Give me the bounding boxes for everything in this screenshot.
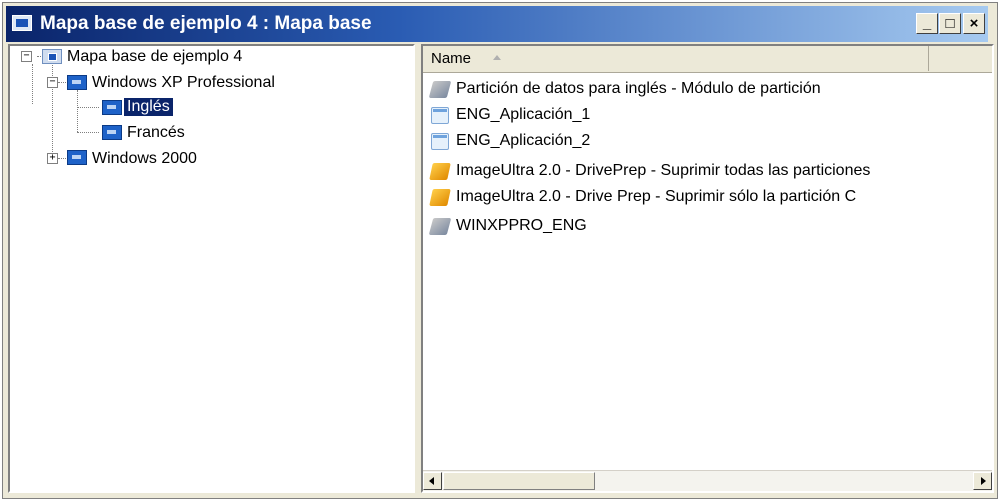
list-item-label: ImageUltra 2.0 - Drive Prep - Suprimir s… (456, 188, 857, 205)
tree-item-root[interactable]: Mapa base de ejemplo 4 (67, 48, 242, 66)
tree-item-win2000[interactable]: Windows 2000 (92, 150, 197, 168)
list-item-label: ENG_Aplicación_2 (456, 132, 591, 149)
tree-connector (77, 132, 99, 133)
list-item-label: ENG_Aplicación_1 (456, 106, 591, 123)
application-icon (431, 107, 449, 124)
utility-icon (429, 163, 451, 180)
title-bar[interactable]: Mapa base de ejemplo 4 : Mapa base _ □ × (6, 6, 988, 42)
partition-module-icon (428, 81, 452, 98)
arrow-left-icon (429, 477, 434, 485)
arrow-right-icon (981, 477, 986, 485)
tree-expander-winxp[interactable]: − (47, 77, 58, 88)
os-node-icon (67, 150, 87, 165)
tree-item-winxp[interactable]: Windows XP Professional (92, 74, 275, 92)
tree-expander-win2000[interactable]: + (47, 153, 58, 164)
utility-icon (429, 189, 451, 206)
scroll-left-button[interactable] (423, 472, 442, 490)
base-map-icon (42, 49, 62, 64)
tree-expander-root[interactable]: − (21, 51, 32, 62)
close-button[interactable]: × (963, 13, 985, 34)
tree-connector (77, 90, 78, 132)
maximize-button[interactable]: □ (939, 13, 961, 34)
scroll-right-button[interactable] (973, 472, 992, 490)
tree-connector (77, 107, 99, 108)
list-item-label: ImageUltra 2.0 - DrivePrep - Suprimir to… (456, 162, 871, 179)
sort-ascending-icon (493, 55, 501, 60)
tree-item-frances[interactable]: Francés (127, 124, 185, 142)
list-pane[interactable]: Name Partición de datos para inglés - Mó… (421, 44, 994, 493)
column-header-label: Name (431, 50, 472, 67)
tree-item-ingles[interactable]: Inglés (124, 98, 173, 116)
tree-connector (32, 64, 33, 104)
list-header: Name (423, 46, 992, 73)
scrollbar-thumb[interactable] (443, 472, 595, 490)
application-icon (431, 133, 449, 150)
list-item-label: Partición de datos para inglés - Módulo … (456, 80, 821, 97)
language-node-icon (102, 100, 122, 115)
tree-pane[interactable]: − Mapa base de ejemplo 4 − Windows XP Pr… (8, 44, 415, 493)
window-app-icon (12, 15, 32, 31)
os-node-icon (67, 75, 87, 90)
partition-module-icon (428, 218, 452, 235)
list-item-label: WINXPPRO_ENG (456, 217, 587, 234)
language-node-icon (102, 125, 122, 140)
column-header-name[interactable]: Name (423, 46, 929, 71)
minimize-button[interactable]: _ (916, 13, 938, 34)
horizontal-scrollbar[interactable] (423, 470, 992, 491)
column-header-blank[interactable] (929, 46, 992, 71)
window-title: Mapa base de ejemplo 4 : Mapa base (40, 13, 372, 34)
